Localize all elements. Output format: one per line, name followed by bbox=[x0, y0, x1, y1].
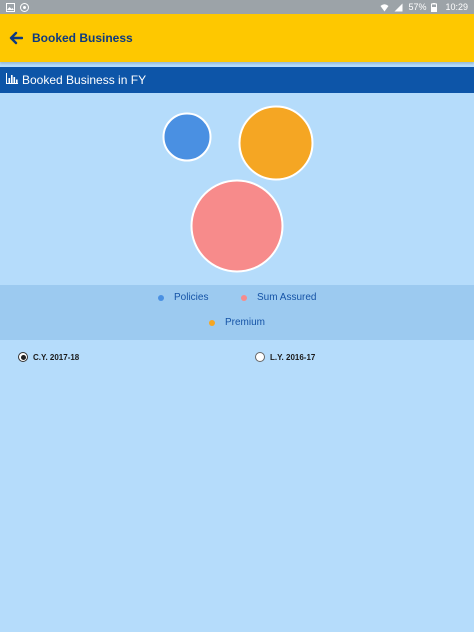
battery-percent: 57% bbox=[408, 2, 427, 12]
page-title: Booked Business bbox=[32, 31, 133, 45]
wifi-icon bbox=[380, 3, 389, 12]
status-bar: 57% 10:29 bbox=[0, 0, 474, 14]
radio-button-selected[interactable] bbox=[18, 352, 28, 362]
gallery-icon bbox=[6, 2, 15, 12]
bubble-policies[interactable] bbox=[162, 112, 212, 162]
legend-item-sum-assured[interactable]: Sum Assured bbox=[241, 292, 316, 303]
section-header: Booked Business in FY bbox=[0, 67, 474, 93]
app-bar: Booked Business bbox=[0, 14, 474, 62]
legend-dot bbox=[209, 319, 215, 326]
legend-label: Premium bbox=[225, 317, 266, 328]
legend-label: Policies bbox=[174, 292, 209, 303]
chart-legend: Policies Sum Assured Premium bbox=[0, 285, 474, 340]
clock: 10:29 bbox=[445, 2, 468, 12]
cast-icon bbox=[20, 2, 29, 12]
legend-label: Sum Assured bbox=[257, 292, 317, 303]
legend-dot bbox=[241, 294, 247, 301]
radio-current-year[interactable]: C.Y. 2017-18 bbox=[18, 352, 79, 362]
legend-item-premium[interactable]: Premium bbox=[209, 317, 265, 328]
bubble-chart bbox=[0, 93, 474, 285]
legend-dot bbox=[158, 294, 164, 301]
section-title: Booked Business in FY bbox=[22, 73, 147, 87]
arrow-left-icon[interactable] bbox=[8, 30, 24, 46]
legend-item-policies[interactable]: Policies bbox=[158, 292, 208, 303]
bubble-premium[interactable] bbox=[238, 105, 314, 181]
radio-label: L.Y. 2016-17 bbox=[270, 352, 316, 362]
radio-last-year[interactable]: L.Y. 2016-17 bbox=[255, 352, 315, 362]
battery-icon bbox=[431, 2, 440, 12]
radio-button[interactable] bbox=[255, 352, 265, 362]
signal-icon bbox=[394, 3, 403, 12]
radio-label: C.Y. 2017-18 bbox=[33, 352, 80, 362]
bubble-sum-assured[interactable] bbox=[190, 179, 284, 273]
bar-chart-icon bbox=[6, 71, 18, 89]
